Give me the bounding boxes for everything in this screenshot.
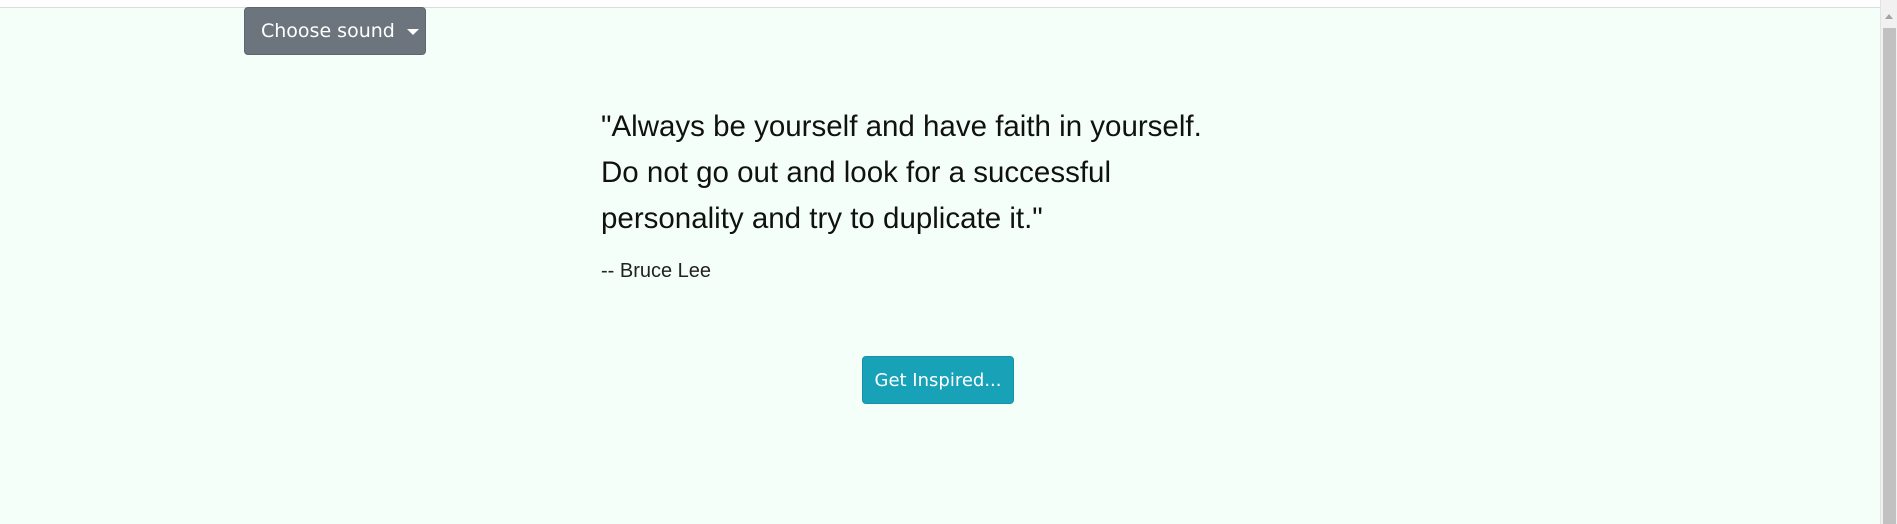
- quote-line: Do not go out and look for a successful: [601, 156, 1111, 189]
- choose-sound-label: Choose sound: [261, 20, 395, 42]
- get-inspired-button[interactable]: Get Inspired...: [862, 356, 1014, 404]
- scroll-up-arrow-icon[interactable]: [1885, 14, 1893, 19]
- quote-line: personality and try to duplicate it.": [601, 202, 1043, 235]
- quote-author: -- Bruce Lee: [601, 260, 712, 282]
- quote-line: "Always be yourself and have faith in yo…: [601, 110, 1202, 143]
- choose-sound-dropdown[interactable]: Choose sound: [244, 7, 426, 55]
- quote-text: "Always be yourself and have faith in yo…: [601, 104, 1281, 242]
- caret-down-icon: [406, 29, 419, 35]
- scrollbar-thumb[interactable]: [1883, 28, 1896, 524]
- quote-block: "Always be yourself and have faith in yo…: [601, 104, 1281, 283]
- vertical-scrollbar[interactable]: [1880, 0, 1897, 524]
